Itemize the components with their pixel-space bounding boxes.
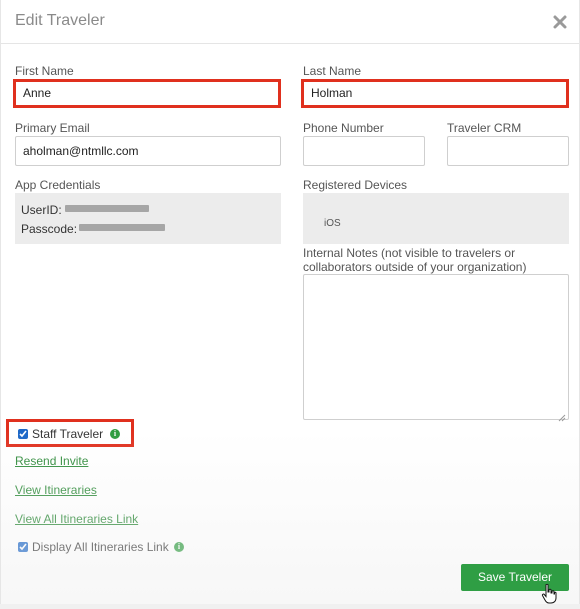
last-name-label: Last Name bbox=[303, 64, 362, 78]
passcode-redacted bbox=[79, 224, 165, 231]
info-icon[interactable]: i bbox=[110, 429, 120, 439]
close-icon[interactable] bbox=[551, 13, 569, 31]
view-itineraries-link[interactable]: View Itineraries bbox=[15, 483, 97, 497]
device-item: iOS bbox=[324, 218, 341, 229]
resend-invite-link[interactable]: Resend Invite bbox=[15, 454, 88, 468]
first-name-field[interactable]: Anne bbox=[16, 82, 278, 105]
staff-traveler-checkbox[interactable] bbox=[18, 429, 28, 439]
email-field[interactable]: aholman@ntmllc.com bbox=[15, 136, 281, 166]
internal-notes-label: Internal Notes (not visible to travelers… bbox=[303, 246, 526, 274]
passcode-label: Passcode: bbox=[21, 222, 78, 236]
registered-devices-box: iOS bbox=[303, 193, 569, 244]
resize-handle-icon[interactable] bbox=[558, 409, 566, 422]
view-all-itineraries-link[interactable]: View All Itineraries Link bbox=[15, 512, 138, 526]
info-icon[interactable]: i bbox=[174, 542, 184, 552]
modal-title: Edit Traveler bbox=[15, 12, 105, 29]
registered-devices-label: Registered Devices bbox=[303, 178, 408, 192]
last-name-field[interactable]: Holman bbox=[304, 82, 566, 105]
display-all-itineraries-checkbox[interactable] bbox=[18, 542, 28, 552]
internal-notes-textarea[interactable] bbox=[303, 274, 569, 422]
userid-label: UserID: bbox=[21, 203, 62, 217]
traveler-crm-label: Traveler CRM bbox=[447, 121, 522, 135]
first-name-label: First Name bbox=[15, 64, 74, 78]
userid-redacted bbox=[65, 205, 149, 212]
app-credentials-box: UserID: Passcode: bbox=[15, 193, 281, 244]
phone-number-label: Phone Number bbox=[303, 121, 384, 135]
edit-traveler-modal: Edit Traveler First Name Anne Last Name … bbox=[0, 0, 580, 604]
phone-number-field[interactable] bbox=[303, 136, 425, 166]
staff-traveler-label: Staff Traveler bbox=[32, 427, 104, 441]
internal-notes-label-line2: collaborators outside of your organizati… bbox=[303, 260, 527, 274]
app-credentials-label: App Credentials bbox=[15, 178, 101, 192]
hand-cursor-icon bbox=[541, 583, 557, 609]
traveler-crm-field[interactable] bbox=[447, 136, 569, 166]
modal-header: Edit Traveler bbox=[1, 0, 579, 44]
primary-email-label: Primary Email bbox=[15, 121, 90, 135]
internal-notes-label-line1: Internal Notes (not visible to travelers… bbox=[303, 246, 516, 260]
display-all-itineraries-label: Display All Itineraries Link bbox=[32, 540, 169, 554]
